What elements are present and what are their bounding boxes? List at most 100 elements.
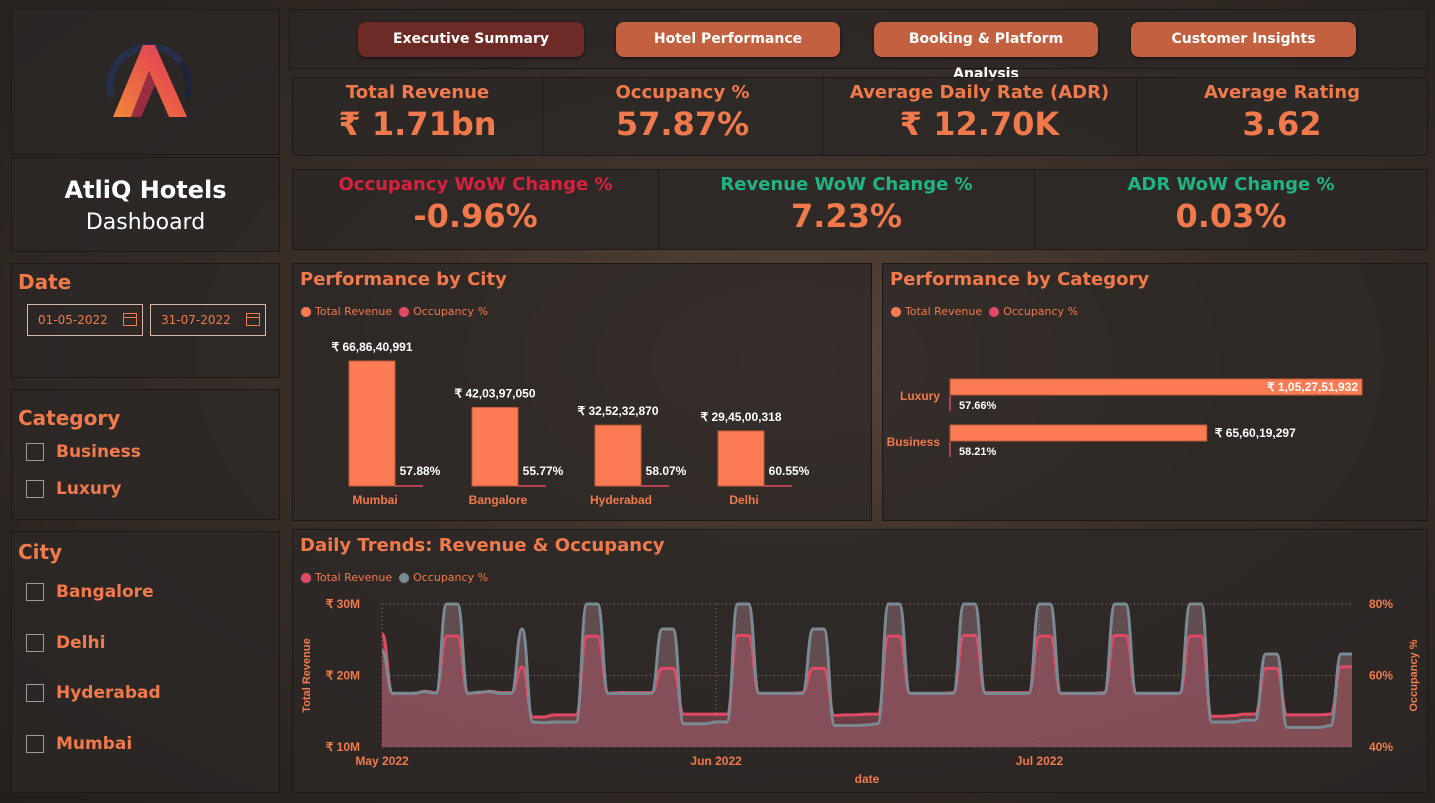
x-tick-label: May 2022 — [355, 754, 409, 768]
kpi-label: Total Revenue — [345, 82, 490, 103]
kpi-adr-wow: ADR WoW Change % 0.03% — [1034, 169, 1428, 250]
y2-axis-title: Occupancy % — [1408, 639, 1420, 711]
revenue-bar — [594, 424, 642, 487]
category-option-luxury[interactable]: Luxury — [26, 479, 121, 499]
kpi-adr: Average Daily Rate (ADR) ₹ 12.70K — [822, 77, 1137, 156]
kpi-label: ADR WoW Change % — [1127, 174, 1335, 195]
kpi-value: ₹ 12.70K — [899, 105, 1060, 143]
occupancy-data-label: 55.77% — [523, 464, 564, 478]
checkbox[interactable] — [26, 583, 44, 601]
end-date-value: 31-07-2022 — [161, 313, 231, 327]
category-tick-label: Mumbai — [352, 493, 397, 507]
kpi-average-rating: Average Rating 3.62 — [1136, 77, 1428, 156]
kpi-label: Occupancy % — [615, 82, 750, 103]
checkbox[interactable] — [26, 443, 44, 461]
y2-tick-label: 40% — [1369, 740, 1393, 754]
tab-hotel-performance[interactable]: Hotel Performance — [616, 22, 840, 57]
revenue-bar — [949, 424, 1208, 442]
occupancy-data-label: 58.07% — [646, 464, 687, 478]
logo-panel — [11, 9, 280, 155]
occupancy-data-label: 60.55% — [769, 464, 810, 478]
y2-tick-label: 60% — [1369, 669, 1393, 683]
kpi-label: Average Daily Rate (ADR) — [849, 82, 1110, 103]
revenue-data-label: ₹ 32,52,32,870 — [577, 404, 658, 418]
x-tick-label: Jul 2022 — [1016, 754, 1064, 768]
y-axis-title: Total Revenue — [301, 638, 313, 712]
city-option-hyderabad[interactable]: Hyderabad — [26, 683, 161, 703]
category-tick-label: Hyderabad — [590, 493, 652, 507]
city-option-label: Bangalore — [56, 582, 154, 602]
y-tick-label: ₹ 10M — [326, 740, 360, 754]
category-tick-label: Business — [887, 435, 941, 449]
revenue-bar — [717, 430, 765, 487]
category-bar-chart: Luxury ₹ 1,05,27,51,932 57.66% Business ₹ 65… — [887, 378, 1363, 458]
date-filter-title: Date — [18, 270, 72, 294]
y2-tick-label: 80% — [1369, 597, 1393, 611]
category-filter-panel: Category Business Luxury — [11, 389, 280, 520]
city-option-bangalore[interactable]: Bangalore — [26, 582, 154, 602]
kpi-label: Occupancy WoW Change % — [338, 174, 613, 195]
revenue-data-label: ₹ 66,86,40,991 — [331, 340, 412, 354]
city-chart-panel: Performance by City Total Revenue Occupa… — [292, 263, 872, 521]
city-filter-panel: City Bangalore Delhi Hyderabad Mumbai — [11, 531, 280, 793]
nav-bar: Executive Summary Hotel Performance Book… — [289, 9, 1428, 82]
city-option-label: Delhi — [56, 633, 106, 653]
kpi-label: Revenue WoW Change % — [720, 174, 973, 195]
atliq-logo-icon — [105, 43, 192, 117]
kpi-value: 57.87% — [615, 105, 750, 143]
checkbox[interactable] — [26, 684, 44, 702]
occupancy-data-label: 57.88% — [400, 464, 441, 478]
city-option-label: Mumbai — [56, 734, 133, 754]
occupancy-data-label: 57.66% — [959, 400, 997, 412]
kpi-label: Average Rating — [1203, 82, 1361, 103]
revenue-bar — [471, 406, 519, 487]
calendar-icon[interactable] — [123, 313, 137, 326]
calendar-icon[interactable] — [246, 313, 260, 326]
y-tick-label: ₹ 20M — [326, 669, 360, 683]
tab-executive-summary[interactable]: Executive Summary — [358, 22, 584, 57]
checkbox[interactable] — [26, 480, 44, 498]
kpi-total-revenue: Total Revenue ₹ 1.71bn — [292, 77, 543, 156]
category-option-business[interactable]: Business — [26, 442, 141, 462]
checkbox[interactable] — [26, 735, 44, 753]
title-panel: AtliQ Hotels Dashboard — [11, 157, 280, 252]
kpi-value: ₹ 1.71bn — [338, 105, 497, 143]
trend-chart-panel: Daily Trends: Revenue & Occupancy Total … — [292, 529, 1428, 793]
category-filter-title: Category — [18, 406, 121, 430]
category-tick-label: Bangalore — [469, 493, 528, 507]
tab-booking-platform-analysis[interactable]: Booking & Platform Analysis — [874, 22, 1098, 82]
trend-area-chart: ₹ 10M ₹ 20M ₹ 30M 40% 60% 80% May 2022 Jun 2022… — [301, 597, 1420, 786]
revenue-data-label: ₹ 42,03,97,050 — [454, 386, 535, 400]
category-tick-label: Delhi — [729, 493, 758, 507]
city-option-mumbai[interactable]: Mumbai — [26, 734, 132, 754]
city-option-label: Hyderabad — [56, 683, 161, 703]
revenue-bar — [348, 360, 396, 487]
x-axis-title: date — [855, 772, 880, 786]
start-date-value: 01-05-2022 — [38, 313, 108, 327]
app-title: AtliQ Hotels — [64, 176, 227, 204]
city-filter-title: City — [18, 540, 63, 564]
kpi-occupancy: Occupancy % 57.87% — [542, 77, 823, 156]
y-tick-label: ₹ 30M — [326, 597, 360, 611]
tab-customer-insights[interactable]: Customer Insights — [1131, 22, 1356, 57]
date-filter-panel: Date 01-05-2022 31-07-2022 — [11, 263, 280, 378]
kpi-occupancy-wow: Occupancy WoW Change % -0.96% — [292, 169, 659, 250]
checkbox[interactable] — [26, 634, 44, 652]
category-tick-label: Luxury — [900, 389, 940, 403]
x-tick-label: Jun 2022 — [690, 754, 742, 768]
kpi-value: 0.03% — [1175, 197, 1287, 235]
kpi-value: 3.62 — [1242, 105, 1322, 143]
app-subtitle: Dashboard — [85, 210, 206, 235]
revenue-data-label: ₹ 65,60,19,297 — [1215, 426, 1296, 440]
kpi-value: -0.96% — [413, 197, 538, 235]
revenue-data-label: ₹ 29,45,00,318 — [700, 410, 781, 424]
category-option-label: Luxury — [56, 479, 122, 499]
city-option-delhi[interactable]: Delhi — [26, 633, 105, 653]
start-date-input[interactable]: 01-05-2022 — [27, 304, 143, 336]
occupancy-data-label: 58.21% — [959, 446, 997, 458]
end-date-input[interactable]: 31-07-2022 — [150, 304, 266, 336]
kpi-revenue-wow: Revenue WoW Change % 7.23% — [658, 169, 1035, 250]
revenue-data-label: ₹ 1,05,27,51,932 — [1267, 380, 1358, 394]
category-option-label: Business — [56, 442, 141, 462]
category-chart-panel: Performance by Category Total Revenue Oc… — [882, 263, 1428, 521]
